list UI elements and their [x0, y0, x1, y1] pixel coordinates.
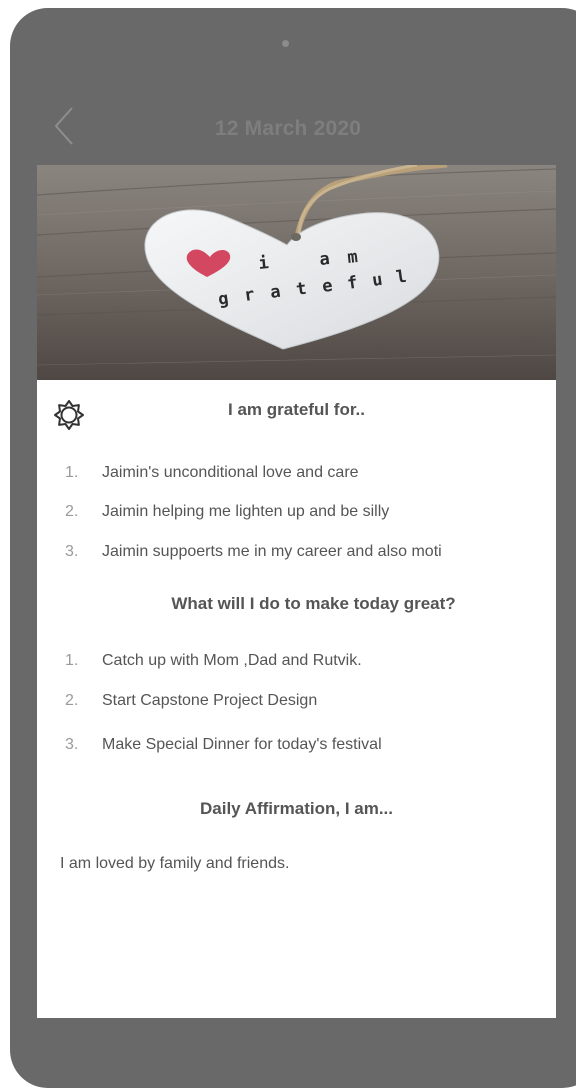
grateful-item: 3. Jaimin suppoerts me in my career and a…	[65, 543, 556, 561]
item-number: 1.	[65, 652, 79, 669]
today-item: 2. Start Capstone Project Design	[65, 692, 556, 710]
item-text: Start Capstone Project Design	[102, 692, 318, 709]
camera-dot	[282, 40, 289, 47]
affirmation-section-title: Daily Affirmation, I am...	[199, 799, 394, 818]
svg-text:i: i	[257, 253, 269, 274]
item-text: Catch up with Mom ,Dad and Rutvik.	[102, 652, 362, 669]
grateful-section-title: I am grateful for..	[228, 400, 365, 419]
grateful-item: 2. Jaimin helping me lighten up and be si…	[65, 503, 556, 521]
item-text: Make Special Dinner for today's festival	[102, 736, 382, 753]
item-text: Jaimin suppoerts me in my career and als…	[102, 543, 442, 560]
grateful-item: 1. Jaimin's unconditional love and care	[65, 464, 556, 482]
item-number: 2.	[65, 692, 79, 709]
item-number: 3.	[65, 543, 79, 560]
today-item: 1. Catch up with Mom ,Dad and Rutvik.	[65, 652, 556, 670]
item-number: 1.	[65, 464, 79, 481]
journal-entry: i a m g r a t e f u l I am grateful for.…	[37, 165, 556, 1018]
item-number: 2.	[65, 503, 79, 520]
page-title: 12 March 2020	[214, 117, 362, 140]
svg-text:a: a	[318, 249, 330, 270]
affirmation-text: I am loved by family and friends.	[60, 855, 290, 872]
heart-gratitude-photo: i a m g r a t e f u l	[37, 165, 556, 380]
item-text: Jaimin helping me lighten up and be sill…	[102, 503, 390, 520]
item-text: Jaimin's unconditional love and care	[102, 464, 359, 481]
svg-text:m: m	[346, 247, 358, 268]
today-section-title: What will I do to make today great?	[171, 594, 456, 613]
item-number: 3.	[65, 736, 79, 753]
today-item: 3. Make Special Dinner for today's festiv…	[65, 736, 556, 754]
